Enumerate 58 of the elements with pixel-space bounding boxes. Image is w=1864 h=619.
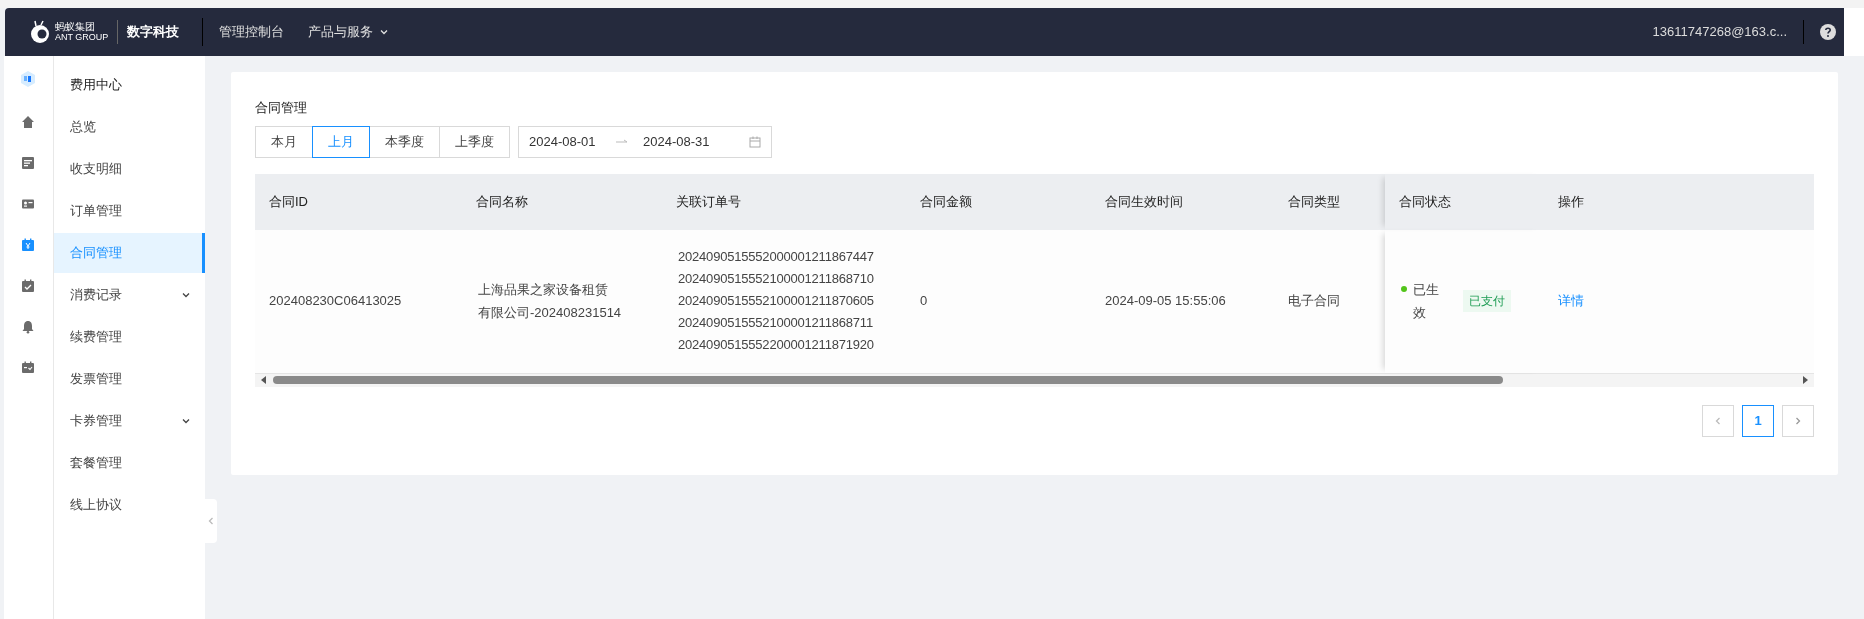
id-card-icon[interactable] [21, 197, 36, 211]
column-header: 合同名称 [475, 192, 529, 211]
column-header: 合同生效时间 [1104, 192, 1184, 211]
table-cell-text: 电子合同 [1287, 292, 1341, 311]
app-logo-icon[interactable] [19, 70, 38, 88]
nav-link[interactable]: 管理控制台 [219, 22, 285, 42]
column-header: 合同状态 [1385, 173, 1544, 230]
check-calendar-icon[interactable] [21, 279, 36, 293]
status-text: 已生效 [1413, 281, 1440, 322]
sidebar-item[interactable]: 续费管理 [53, 317, 205, 357]
ant-logo-icon [29, 20, 51, 44]
period-button[interactable]: 本季度 [369, 125, 440, 158]
chevron-down-icon [181, 290, 191, 300]
arrow-right-icon [615, 137, 629, 146]
calendar-icon[interactable] [21, 361, 36, 375]
home-icon[interactable] [21, 115, 36, 129]
calendar-icon [749, 135, 761, 148]
scroll-right-icon[interactable] [1802, 376, 1808, 384]
sidebar-item[interactable]: 订单管理 [53, 191, 205, 231]
period-button[interactable]: 上季度 [439, 125, 510, 158]
column-header: 关联订单号 [675, 192, 742, 211]
table-cell-text: 上海品果之家设备租赁 有限公司-202408231514 [477, 281, 623, 322]
caret-icon [379, 27, 390, 37]
period-button[interactable]: 本月 [255, 125, 313, 158]
sidebar-item[interactable]: 消费记录 [53, 275, 205, 315]
bell-icon[interactable] [21, 320, 36, 334]
nav-link[interactable]: 产品与服务 [308, 22, 390, 42]
chevron-left-icon [1713, 415, 1723, 426]
yen-calendar-icon[interactable] [21, 238, 36, 252]
chevron-left-icon [206, 516, 216, 526]
help-icon[interactable] [1820, 24, 1836, 40]
collapse-handle[interactable] [205, 499, 217, 543]
brand-name-english: ANT GROUP [55, 32, 109, 43]
scroll-left-icon[interactable] [261, 376, 267, 384]
table-cell-text: 2024-09-05 15:55:06 [1104, 292, 1227, 311]
sidebar-item[interactable]: 线上协议 [53, 485, 205, 525]
column-header: 合同ID [268, 192, 309, 211]
chevron-down-icon [181, 416, 191, 426]
table-cell-text: 2024090515552000001211867447 2024090515552100001211868710 2024090515552100001211870605 2024090515552100001211868711 2024090515552200001211871920 [677, 248, 875, 354]
column-header: 合同金额 [919, 192, 973, 211]
chevron-right-icon [1793, 415, 1803, 426]
brand-name: 蚂蚁集团 [55, 21, 96, 32]
document-icon[interactable] [21, 156, 36, 170]
table-cell-text: 0 [919, 292, 929, 311]
sidebar-item[interactable]: 发票管理 [53, 359, 205, 399]
product-name: 数字科技 [127, 23, 180, 42]
page-title: 合同管理 [255, 99, 308, 117]
account-name[interactable]: 13611747268@163.c... [1652, 22, 1787, 42]
sidebar-item[interactable]: 收支明细 [53, 149, 205, 189]
column-header: 操作 [1557, 192, 1585, 211]
table-cell-text: 202408230C06413025 [268, 292, 403, 311]
sidebar-item[interactable]: 总览 [53, 107, 205, 147]
sidebar-item[interactable]: 套餐管理 [53, 443, 205, 483]
date-range-field[interactable]: 2024-08-01 2024-08-31 [518, 125, 772, 158]
paid-tag: 已支付 [1463, 290, 1511, 312]
sidebar-item[interactable]: 卡券管理 [53, 401, 205, 441]
column-header: 合同类型 [1287, 192, 1341, 211]
sidebar-title: 费用中心 [68, 75, 123, 94]
